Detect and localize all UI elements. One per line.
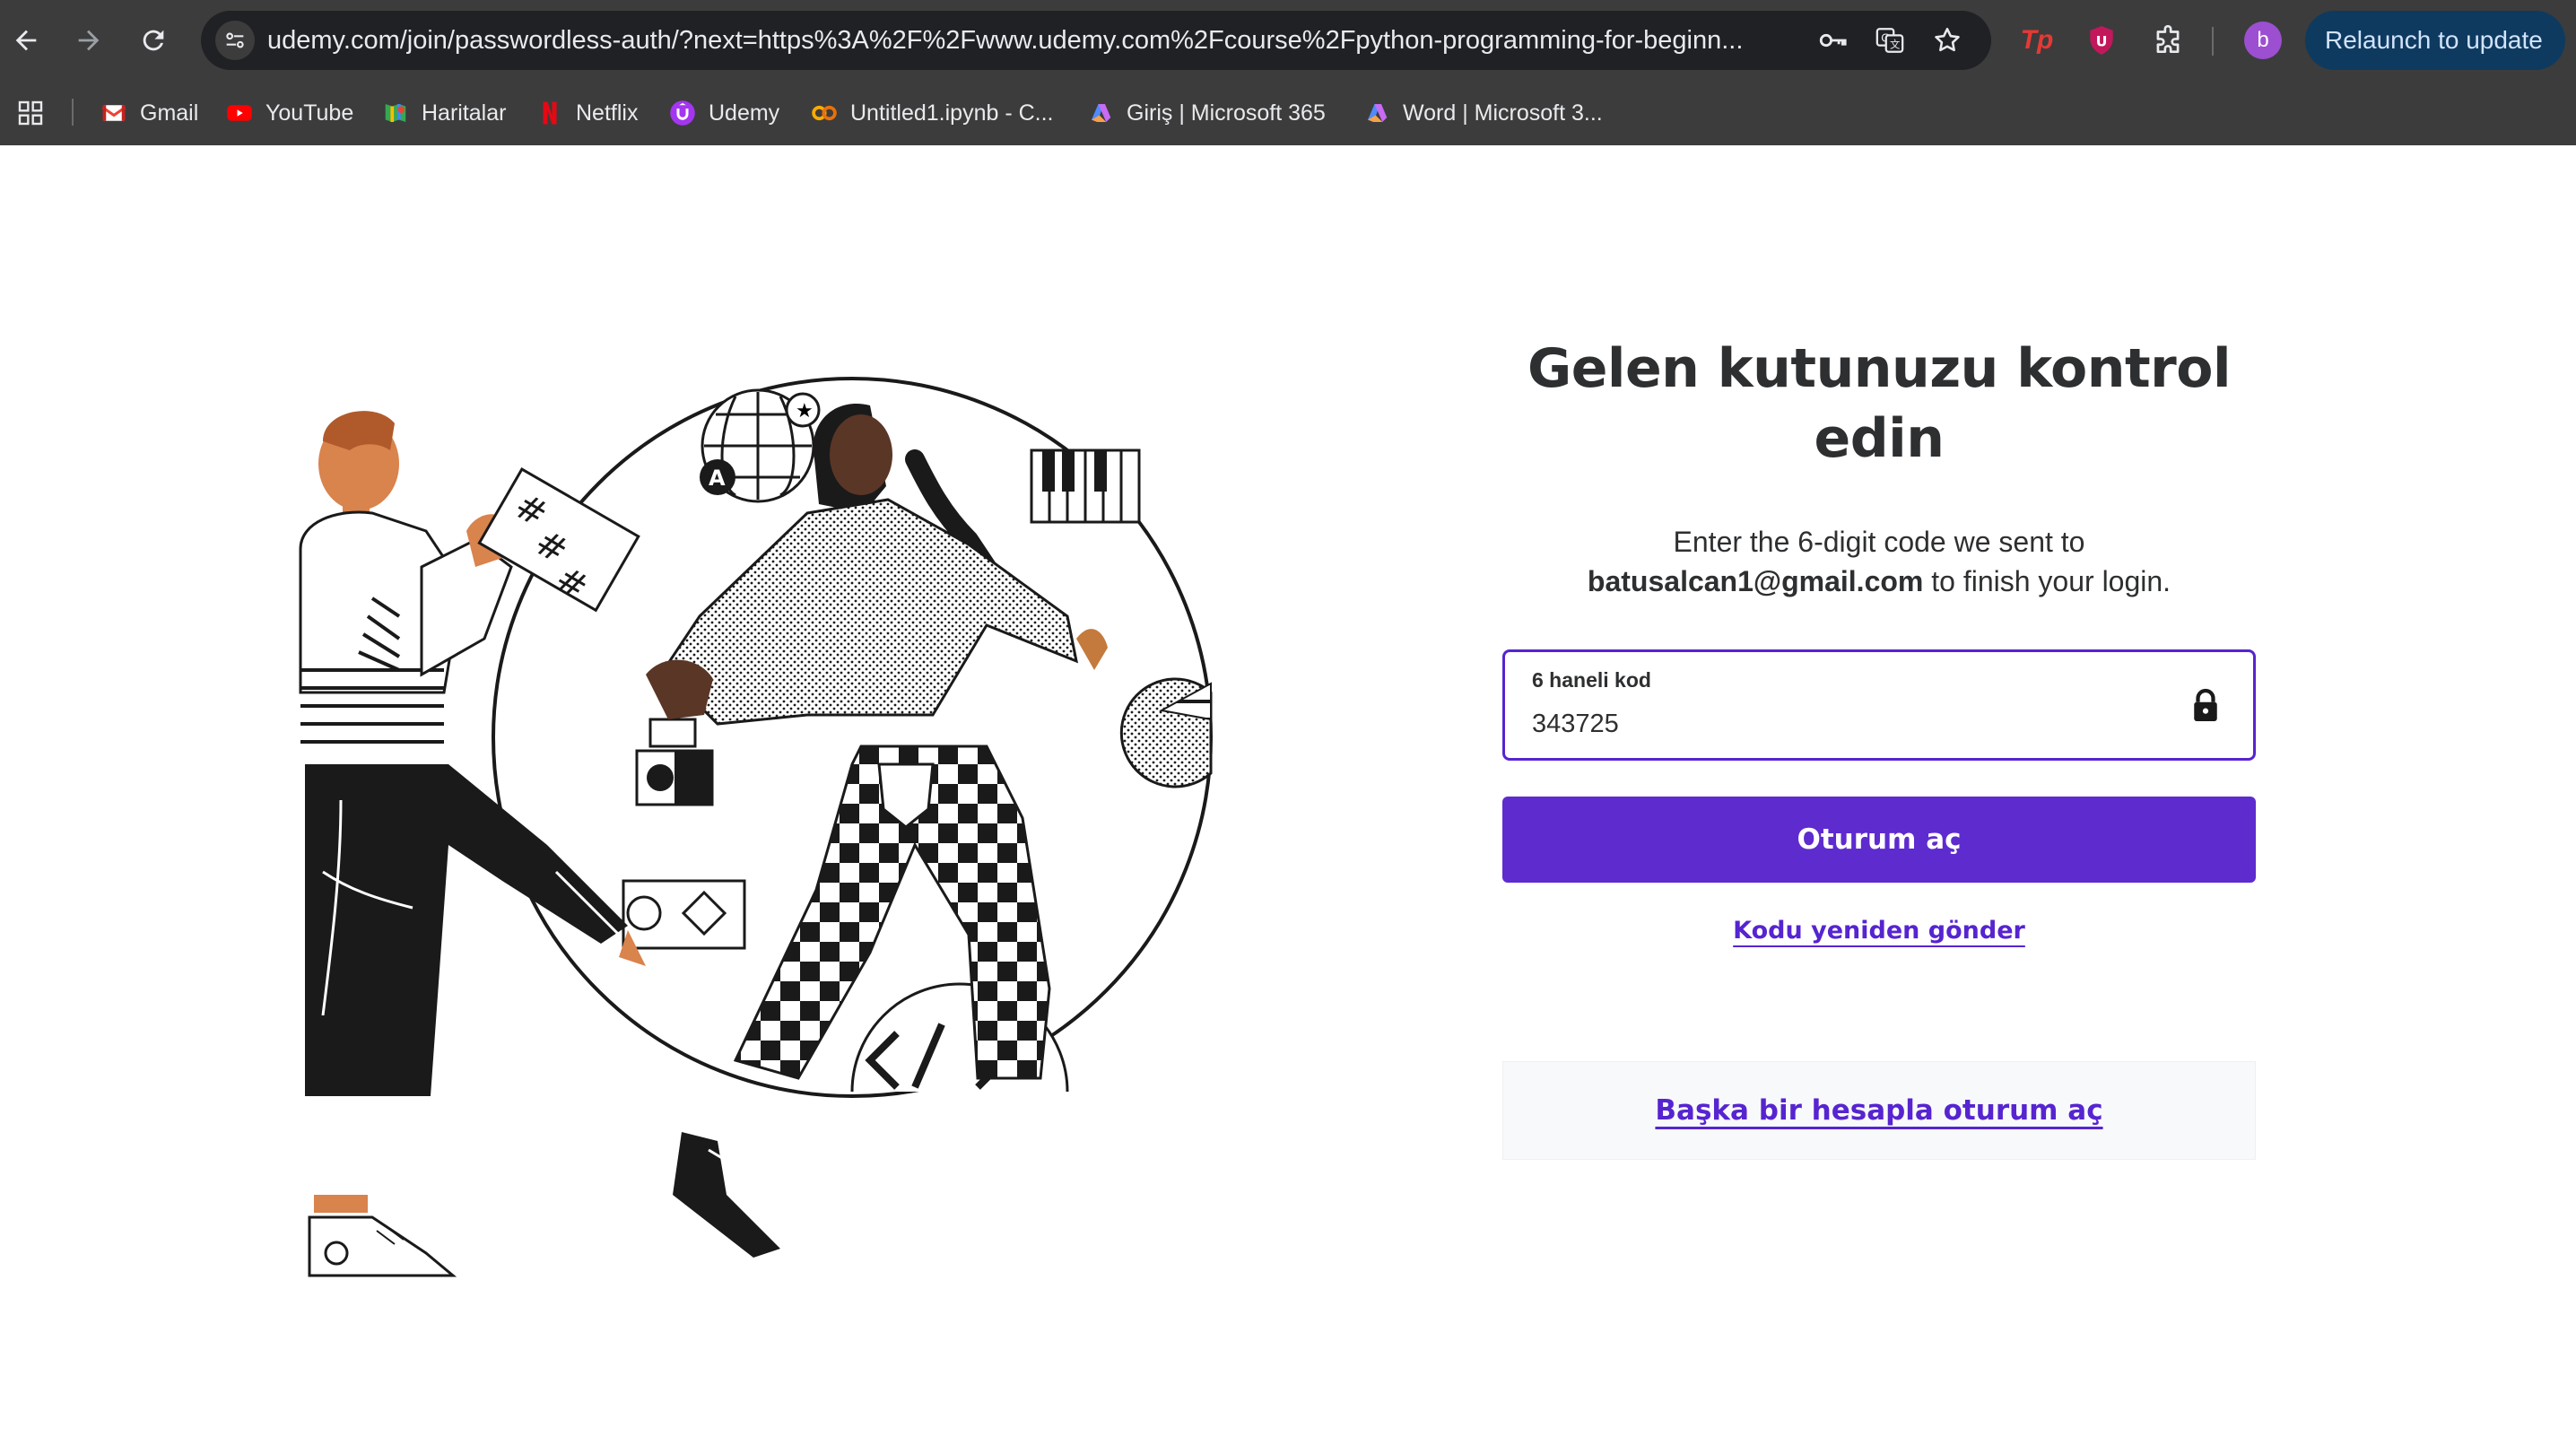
title-line-1: Gelen kutunuzu kontrol	[1527, 337, 2232, 400]
back-button[interactable]	[5, 20, 47, 61]
code-field-label: 6 haneli kod	[1532, 668, 1651, 692]
colab-icon	[811, 100, 838, 126]
bookmarks-divider	[72, 99, 74, 126]
youtube-icon	[226, 100, 253, 126]
message-suffix: to finish your login.	[1931, 565, 2171, 597]
tp-icon[interactable]: Tp	[2016, 20, 2058, 61]
code-input[interactable]	[1532, 704, 2160, 744]
title-line-2: edin	[1814, 407, 1945, 470]
message-prefix: Enter the 6-digit code we sent to	[1673, 526, 2085, 558]
bookmark-label: YouTube	[265, 100, 354, 126]
puzzle-extensions-icon[interactable]	[2147, 20, 2189, 61]
bookmark-label: Word | Microsoft 3...	[1403, 100, 1603, 126]
login-illustration: ★ A # # #	[299, 377, 1213, 1277]
key-icon[interactable]	[1815, 23, 1849, 57]
toolbar-divider	[2212, 27, 2214, 56]
sign-in-label: Oturum aç	[1797, 823, 1962, 856]
microsoft365-icon	[1363, 100, 1390, 126]
udemy-icon	[669, 100, 696, 126]
reload-button[interactable]	[133, 20, 174, 61]
maps-icon	[382, 100, 409, 126]
back-arrow-icon	[15, 30, 37, 51]
forward-button[interactable]	[68, 20, 109, 61]
svg-text:A: A	[709, 466, 726, 491]
lock-icon	[2194, 688, 2217, 721]
relaunch-label: Relaunch to update	[2325, 26, 2543, 54]
bookmark-label: Untitled1.ipynb - C...	[850, 100, 1054, 126]
netflix-icon	[536, 100, 563, 126]
other-account-link[interactable]: Başka bir hesapla oturum aç	[1655, 1094, 2102, 1127]
bookmarks-bar: Gmail YouTube Haritalar Netflix Udemy Un…	[0, 81, 2576, 145]
bookmark-gmail[interactable]: Gmail	[100, 95, 198, 131]
url-text[interactable]: udemy.com/join/passwordless-auth/?next=h…	[267, 26, 2007, 56]
bookmark-label: Netflix	[576, 100, 639, 126]
code-field[interactable]: 6 haneli kod	[1502, 649, 2256, 761]
bookmark-label: Haritalar	[422, 100, 507, 126]
email-address: batusalcan1@gmail.com	[1587, 565, 1924, 597]
bookmark-udemy[interactable]: Udemy	[669, 95, 779, 131]
svg-text:U: U	[2096, 32, 2108, 49]
resend-code-link[interactable]: Kodu yeniden gönder	[1502, 917, 2256, 945]
bookmark-label: Udemy	[709, 100, 780, 126]
avatar: b	[2244, 22, 2282, 59]
bookmark-microsoft365-giris[interactable]: Giriş | Microsoft 365	[1087, 95, 1326, 131]
browser-chrome: udemy.com/join/passwordless-auth/?next=h…	[0, 0, 2576, 145]
apps-grid-button[interactable]	[16, 95, 45, 131]
bookmark-maps[interactable]: Haritalar	[382, 95, 506, 131]
relaunch-button[interactable]: Relaunch to update	[2305, 11, 2565, 70]
reload-icon	[143, 30, 164, 51]
profile-avatar[interactable]: b	[2242, 20, 2284, 61]
bookmark-netflix[interactable]: Netflix	[536, 95, 638, 131]
translate-icon[interactable]: G文	[1873, 23, 1907, 57]
microsoft365-icon	[1087, 100, 1114, 126]
bookmark-colab[interactable]: Untitled1.ipynb - C...	[811, 95, 1054, 131]
bookmark-label: Giriş | Microsoft 365	[1127, 100, 1326, 126]
forward-arrow-icon	[78, 30, 100, 51]
apps-grid-icon	[18, 100, 43, 126]
svg-text:文: 文	[1890, 39, 1900, 51]
bookmark-star-icon[interactable]	[1930, 23, 1964, 57]
bookmark-label: Gmail	[140, 100, 199, 126]
shapes-card-icon	[622, 879, 746, 950]
svg-text:★: ★	[796, 400, 814, 422]
bookmark-microsoft365-word[interactable]: Word | Microsoft 3...	[1363, 95, 1603, 131]
auth-panel: Gelen kutunuzu kontrol edin Enter the 6-…	[1502, 334, 2256, 1160]
site-settings-icon[interactable]	[215, 21, 255, 60]
address-bar[interactable]: udemy.com/join/passwordless-auth/?next=h…	[201, 11, 1991, 70]
instruction-message: Enter the 6-digit code we sent to batusa…	[1502, 522, 2256, 601]
browser-toolbar: udemy.com/join/passwordless-auth/?next=h…	[0, 0, 2576, 81]
piano-icon	[1030, 449, 1141, 524]
page-title: Gelen kutunuzu kontrol edin	[1502, 334, 2256, 474]
gmail-icon	[100, 100, 127, 126]
bookmark-youtube[interactable]: YouTube	[226, 95, 353, 131]
ublock-icon[interactable]: U	[2081, 20, 2122, 61]
sign-in-button[interactable]: Oturum aç	[1502, 797, 2256, 883]
passwordless-auth-page: ★ A # # # Gelen kutunuzu kontrol edin En…	[0, 145, 2576, 1437]
other-account-panel: Başka bir hesapla oturum aç	[1502, 1061, 2256, 1160]
